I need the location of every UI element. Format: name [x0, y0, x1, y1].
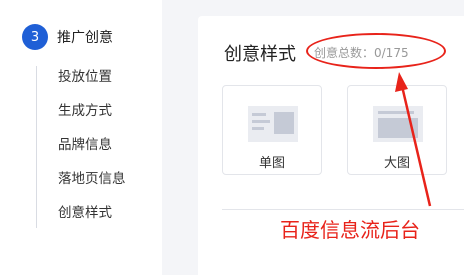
annotation-ellipse	[306, 33, 446, 69]
annotation-caption: 百度信息流后台	[280, 218, 420, 242]
sidebar-item-generation-method[interactable]: 生成方式	[58, 100, 126, 134]
sidebar-item-landing-page-info[interactable]: 落地页信息	[58, 168, 126, 202]
page-title: 创意样式	[224, 44, 296, 65]
sidebar-item-placement[interactable]: 投放位置	[58, 66, 126, 100]
style-option-label: 单图	[258, 156, 285, 171]
style-option-large-image[interactable]: 大图	[347, 85, 447, 175]
step-connector-line	[36, 66, 37, 228]
sidebar-item-brand-info[interactable]: 品牌信息	[58, 134, 126, 168]
style-option-label: 大图	[383, 156, 410, 171]
single-image-icon	[248, 106, 298, 142]
sidebar-item-creative-style[interactable]: 创意样式	[58, 202, 126, 236]
section-divider	[222, 209, 464, 210]
step-title: 推广创意	[57, 30, 113, 46]
substep-list: 投放位置 生成方式 品牌信息 落地页信息 创意样式	[58, 66, 126, 236]
step-header[interactable]: 3 推广创意	[22, 24, 113, 50]
style-option-single-image[interactable]: 单图	[222, 85, 322, 175]
step-number-badge: 3	[22, 24, 48, 50]
sidebar: 3 推广创意 投放位置 生成方式 品牌信息 落地页信息 创意样式	[0, 0, 162, 275]
large-image-icon	[373, 106, 423, 142]
